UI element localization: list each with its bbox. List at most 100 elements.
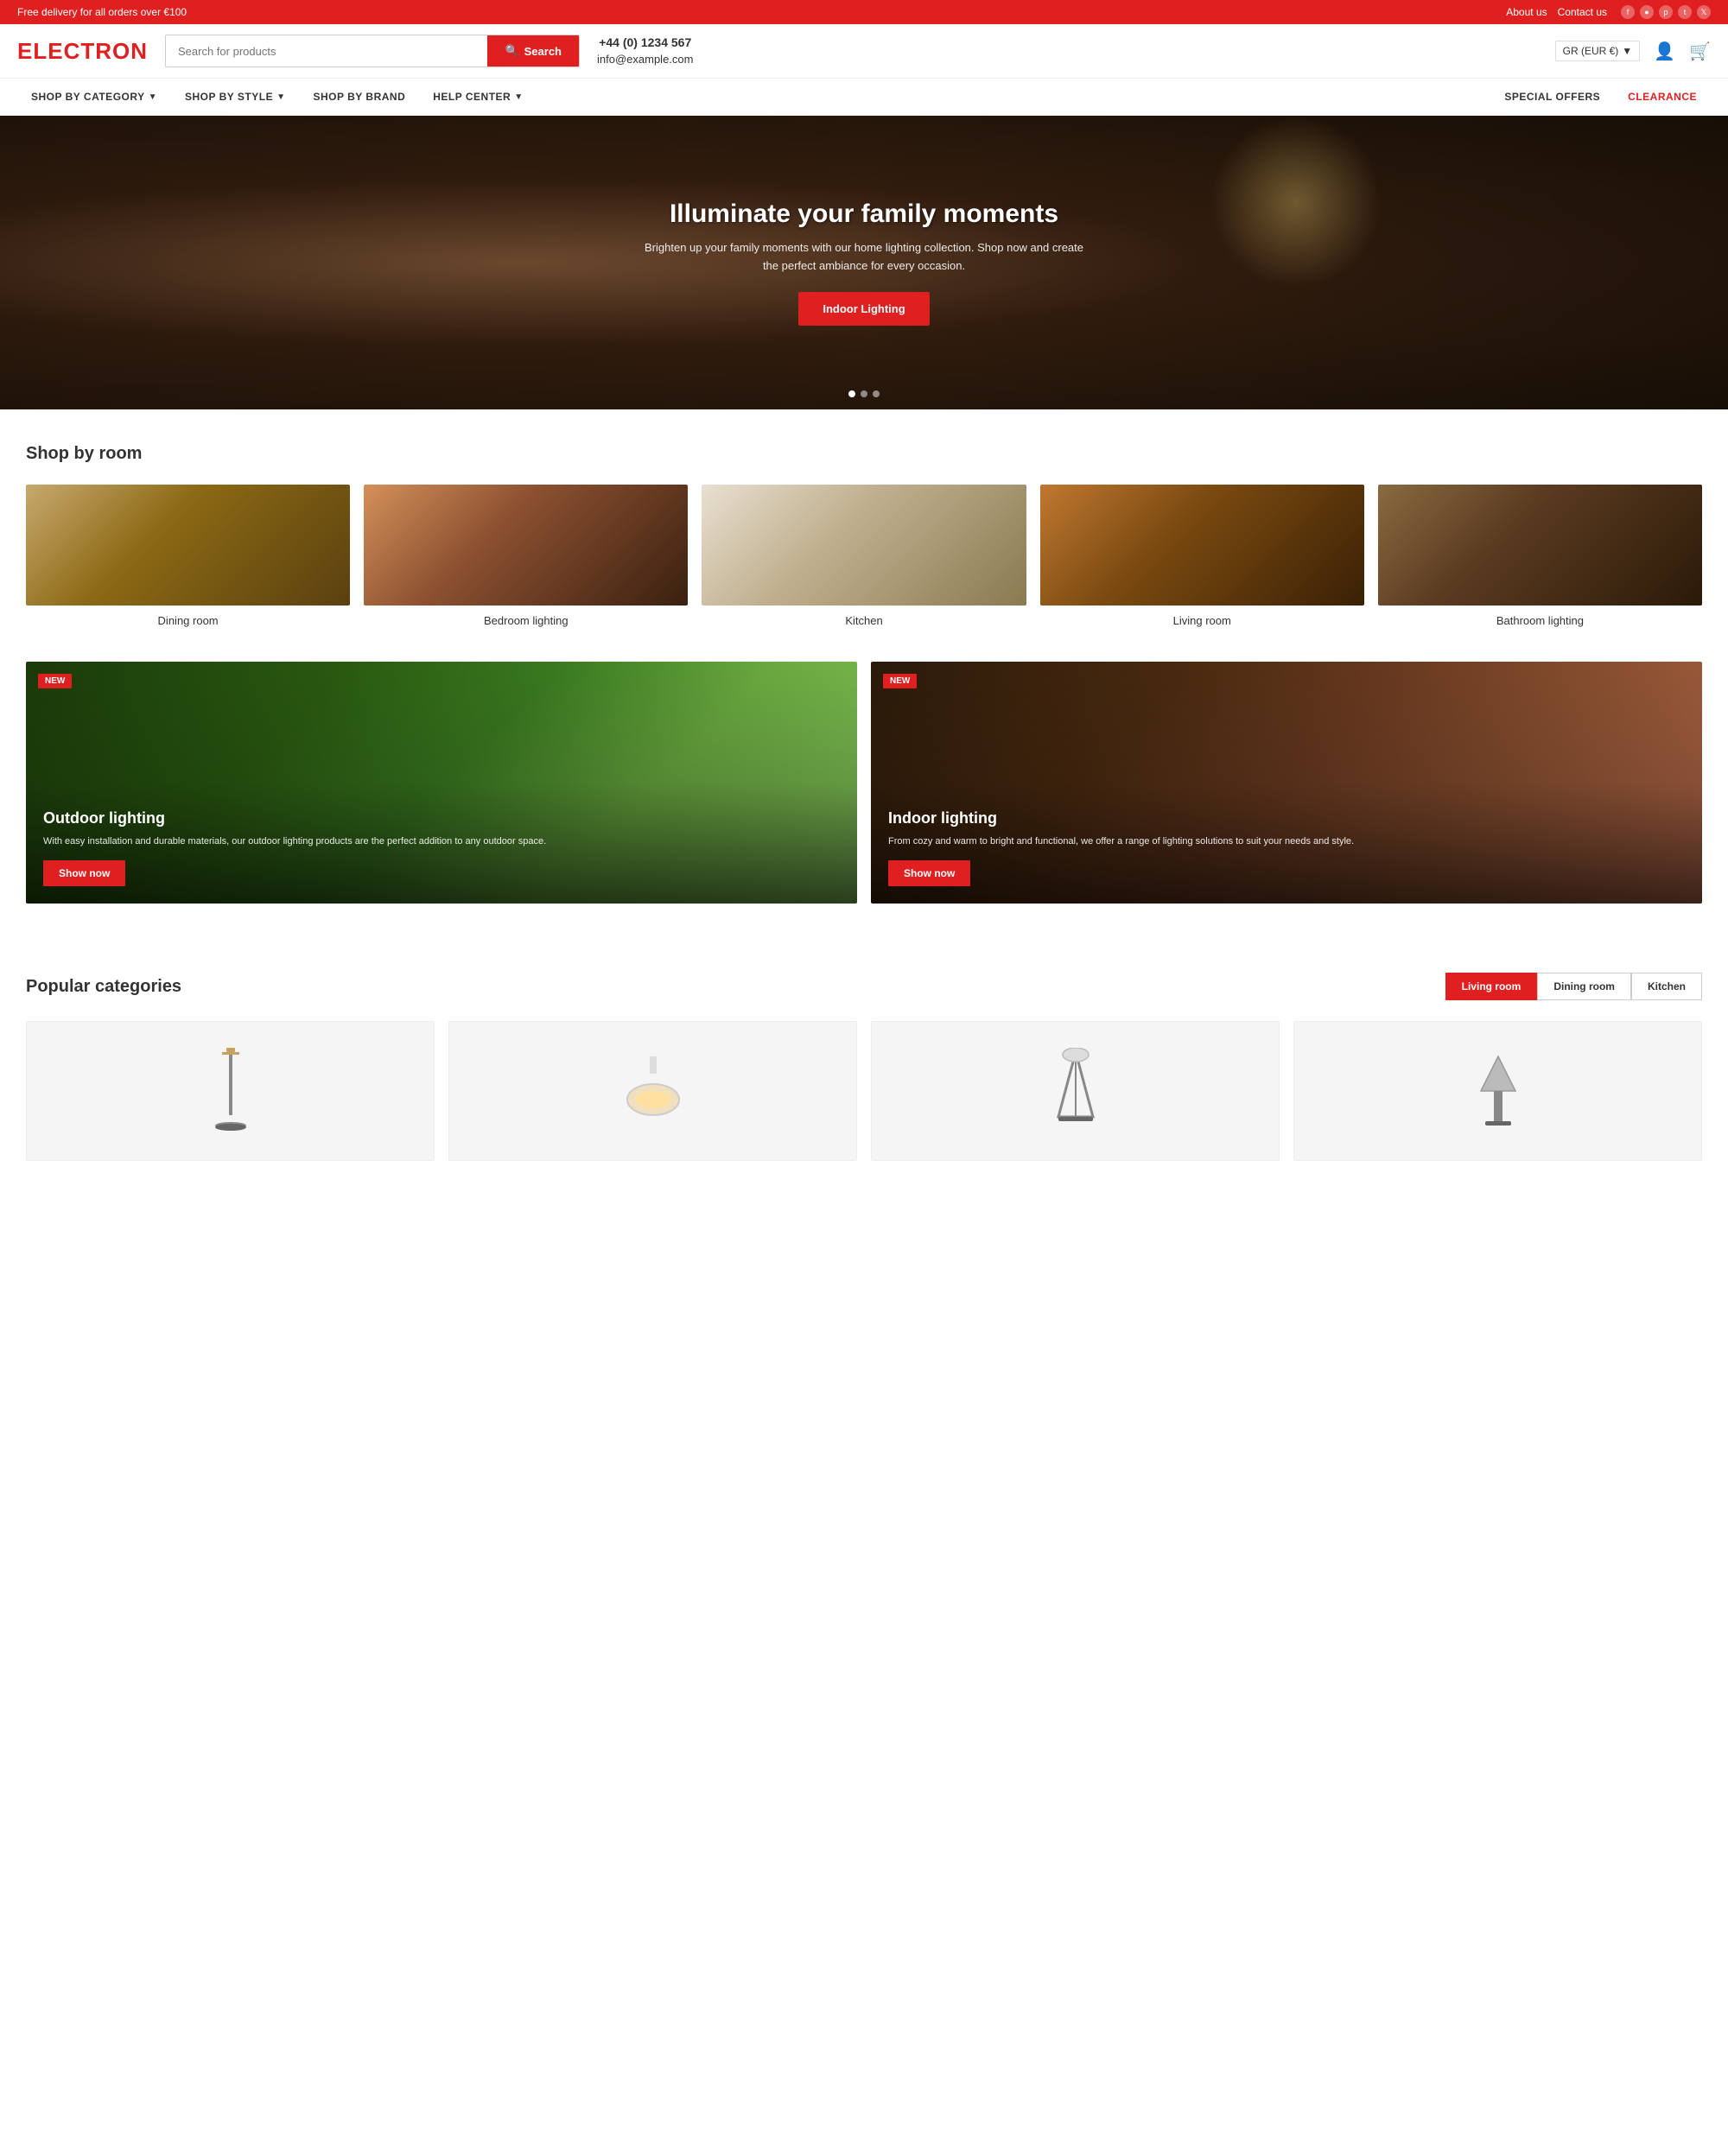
chevron-down-icon: ▼ [276,92,285,102]
hero-dots [848,390,880,397]
room-card-dining[interactable]: Dining room [26,485,350,627]
lang-label: GR (EUR €) [1563,45,1619,57]
indoor-lighting-banner[interactable]: NEW Indoor lighting From cozy and warm t… [871,662,1702,904]
shop-by-room-section: Shop by room Dining room Bedroom lightin… [0,409,1728,662]
tripod-lamp-icon [1045,1048,1106,1134]
chevron-down-icon: ▼ [514,92,523,102]
dining-room-image [26,485,350,606]
search-button[interactable]: 🔍 Search [487,35,579,67]
hero-dot-3[interactable] [873,390,880,397]
popular-categories-section: Popular categories Living room Dining ro… [0,938,1728,1195]
pendant-lamp-icon [619,1056,688,1126]
bedroom-label: Bedroom lighting [364,614,688,627]
indoor-show-now-button[interactable]: Show now [888,860,970,886]
table-lamp-icon [1468,1052,1528,1130]
nav-help-center-label: HELP CENTER [433,91,511,103]
language-selector[interactable]: GR (EUR €) ▼ [1555,41,1641,61]
hero-content: Illuminate your family moments Brighten … [605,200,1123,327]
pinterest-icon[interactable]: p [1659,5,1673,19]
room-card-living[interactable]: Living room [1040,485,1364,627]
hero-title: Illuminate your family moments [639,200,1089,229]
social-icons: f ● p t 𝕏 [1621,5,1711,19]
outdoor-banner-tag: NEW [38,674,72,688]
bathroom-label: Bathroom lighting [1378,614,1702,627]
tab-living-room[interactable]: Living room [1445,973,1538,1000]
room-card-bathroom[interactable]: Bathroom lighting [1378,485,1702,627]
top-bar-right: About us Contact us f ● p t 𝕏 [1506,5,1711,19]
feature-banners: NEW Outdoor lighting With easy installat… [0,662,1728,938]
top-bar-links: About us Contact us [1506,6,1607,18]
living-room-image [1040,485,1364,606]
nav-special-offers[interactable]: SPECIAL OFFERS [1490,79,1614,115]
delivery-text: Free delivery for all orders over €100 [17,6,187,18]
product-card-4[interactable] [1293,1021,1702,1161]
nav-shop-by-brand-label: SHOP BY BRAND [314,91,406,103]
header: ELECTRON 🔍 Search +44 (0) 1234 567 info@… [0,24,1728,79]
phone-number: +44 (0) 1234 567 [597,35,693,52]
header-right: GR (EUR €) ▼ 👤 🛒 [1555,41,1711,62]
contact-link[interactable]: Contact us [1558,6,1607,18]
lang-chevron-icon: ▼ [1622,45,1632,57]
outdoor-banner-desc: With easy installation and durable mater… [43,834,546,849]
outdoor-lighting-banner[interactable]: NEW Outdoor lighting With easy installat… [26,662,857,904]
navigation: SHOP BY CATEGORY ▼ SHOP BY STYLE ▼ SHOP … [0,79,1728,116]
indoor-banner-content: Indoor lighting From cozy and warm to br… [871,792,1371,904]
room-card-bedroom[interactable]: Bedroom lighting [364,485,688,627]
kitchen-image [702,485,1026,606]
nav-right: SPECIAL OFFERS CLEARANCE [1490,79,1711,115]
nav-special-offers-label: SPECIAL OFFERS [1504,91,1600,103]
about-link[interactable]: About us [1506,6,1547,18]
hero-subtitle: Brighten up your family moments with our… [639,239,1089,276]
product-card-3[interactable] [871,1021,1280,1161]
nav-shop-by-style-label: SHOP BY STYLE [185,91,273,103]
nav-left: SHOP BY CATEGORY ▼ SHOP BY STYLE ▼ SHOP … [17,79,537,115]
search-input[interactable] [166,35,487,67]
room-card-kitchen[interactable]: Kitchen [702,485,1026,627]
tab-dining-room[interactable]: Dining room [1537,973,1631,1000]
dining-room-label: Dining room [26,614,350,627]
hero-banner: Illuminate your family moments Brighten … [0,116,1728,409]
search-btn-label: Search [524,45,562,58]
nav-shop-by-brand[interactable]: SHOP BY BRAND [300,79,420,115]
product-image-3 [872,1022,1279,1160]
bathroom-image [1378,485,1702,606]
outdoor-banner-title: Outdoor lighting [43,809,546,828]
nav-help-center[interactable]: HELP CENTER ▼ [419,79,537,115]
indoor-banner-title: Indoor lighting [888,809,1354,828]
indoor-banner-tag: NEW [883,674,917,688]
logo[interactable]: ELECTRON [17,38,148,65]
outdoor-banner-content: Outdoor lighting With easy installation … [26,792,563,904]
product-card-2[interactable] [448,1021,857,1161]
hero-dot-1[interactable] [848,390,855,397]
instagram-icon[interactable]: ● [1640,5,1654,19]
kitchen-label: Kitchen [702,614,1026,627]
nav-clearance[interactable]: CLEARANCE [1614,79,1711,115]
email-address: info@example.com [597,52,693,67]
nav-clearance-label: CLEARANCE [1628,91,1697,103]
product-image-2 [449,1022,856,1160]
shop-by-room-title: Shop by room [26,444,1702,464]
popular-header: Popular categories Living room Dining ro… [26,973,1702,1000]
tiktok-icon[interactable]: t [1678,5,1692,19]
facebook-icon[interactable]: f [1621,5,1635,19]
popular-categories-title: Popular categories [26,977,181,997]
nav-shop-by-style[interactable]: SHOP BY STYLE ▼ [171,79,300,115]
floor-lamp-icon [205,1048,257,1134]
hero-cta-button[interactable]: Indoor Lighting [798,292,929,326]
indoor-banner-desc: From cozy and warm to bright and functio… [888,834,1354,849]
popular-category-tabs: Living room Dining room Kitchen [1445,973,1702,1000]
twitter-icon[interactable]: 𝕏 [1697,5,1711,19]
search-icon: 🔍 [505,44,518,58]
room-grid: Dining room Bedroom lighting Kitchen Liv… [26,485,1702,627]
nav-shop-by-category-label: SHOP BY CATEGORY [31,91,145,103]
outdoor-show-now-button[interactable]: Show now [43,860,125,886]
cart-icon[interactable]: 🛒 [1689,41,1711,62]
product-card-1[interactable] [26,1021,435,1161]
chevron-down-icon: ▼ [149,92,157,102]
hero-dot-2[interactable] [861,390,867,397]
account-icon[interactable]: 👤 [1654,41,1675,62]
tab-kitchen[interactable]: Kitchen [1631,973,1702,1000]
nav-shop-by-category[interactable]: SHOP BY CATEGORY ▼ [17,79,171,115]
top-bar: Free delivery for all orders over €100 A… [0,0,1728,24]
product-image-4 [1294,1022,1701,1160]
